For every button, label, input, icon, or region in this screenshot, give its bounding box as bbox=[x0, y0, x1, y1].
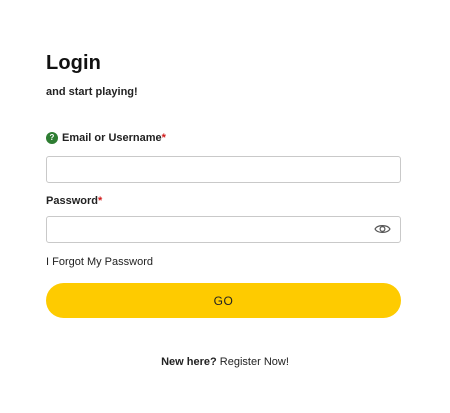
page-title: Login bbox=[46, 52, 101, 74]
register-link[interactable]: Register Now! bbox=[220, 356, 289, 368]
required-marker: * bbox=[161, 132, 166, 144]
login-page: Login and start playing! ? Email or User… bbox=[0, 0, 450, 413]
register-prompt: New here? Register Now! bbox=[0, 356, 450, 368]
password-field[interactable] bbox=[46, 216, 401, 243]
required-marker: * bbox=[97, 195, 103, 207]
password-label: Password * bbox=[46, 195, 102, 207]
email-field[interactable] bbox=[46, 156, 401, 183]
email-label: ? Email or Username * bbox=[46, 132, 166, 144]
new-here-text: New here? bbox=[161, 356, 220, 368]
page-subtitle: and start playing! bbox=[46, 86, 138, 98]
email-label-text: Email or Username bbox=[62, 132, 162, 144]
go-button[interactable]: GO bbox=[46, 283, 401, 318]
show-password-toggle[interactable] bbox=[372, 221, 392, 237]
question-icon[interactable]: ? bbox=[46, 132, 58, 144]
password-label-text: Password bbox=[46, 195, 98, 207]
eye-icon bbox=[373, 225, 391, 233]
forgot-password-link[interactable]: I Forgot My Password bbox=[46, 256, 153, 268]
